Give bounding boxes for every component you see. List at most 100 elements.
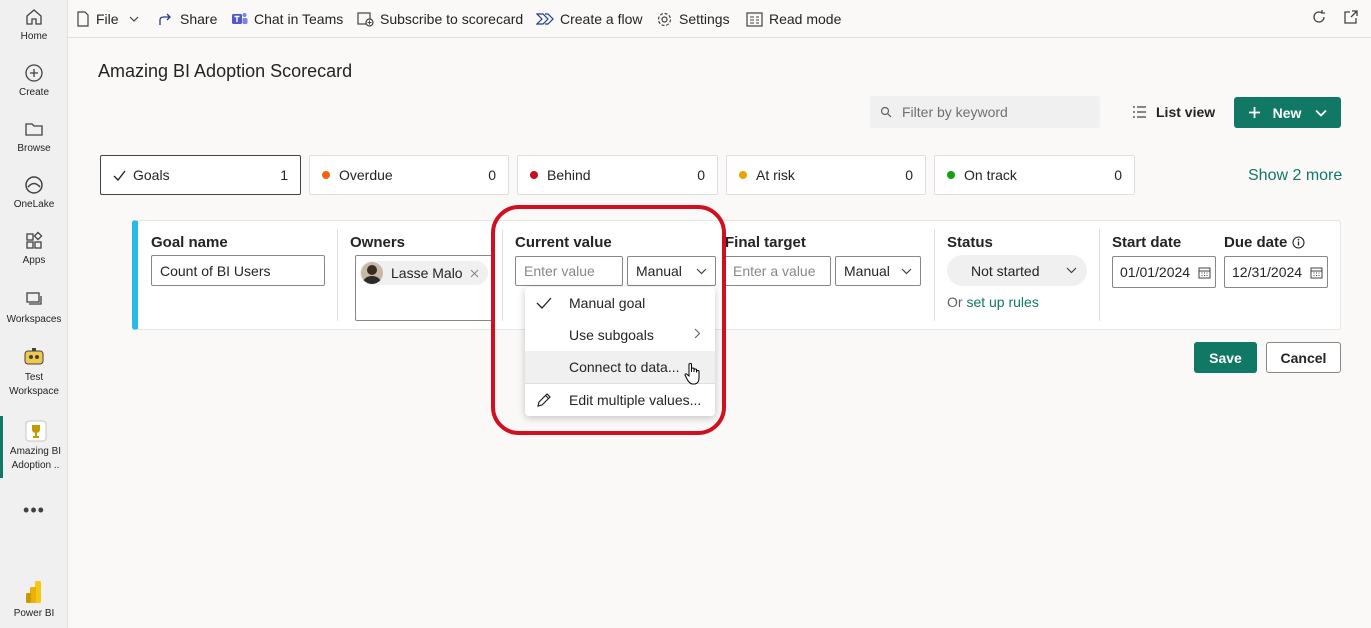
card-at-risk-count: 0	[905, 167, 913, 183]
info-icon[interactable]	[1292, 236, 1305, 249]
card-at-risk[interactable]: At risk 0	[726, 155, 926, 195]
goal-name-label: Goal name	[151, 234, 228, 251]
flow-label: Create a flow	[560, 11, 643, 27]
card-goals-count: 1	[280, 167, 288, 183]
target-mode-value: Manual	[844, 263, 890, 279]
nav-create[interactable]: Create	[0, 63, 68, 100]
nav-home-label: Home	[20, 31, 48, 42]
read-mode-label: Read mode	[769, 11, 842, 27]
plus-icon	[1248, 107, 1260, 118]
read-mode-button[interactable]: Read mode	[746, 9, 841, 29]
card-behind[interactable]: Behind 0	[517, 155, 718, 195]
card-on-track-label: On track	[964, 167, 1017, 183]
card-on-track[interactable]: On track 0	[934, 155, 1135, 195]
nav-create-label: Create	[18, 87, 49, 98]
card-goals-label: Goals	[133, 167, 170, 183]
nav-test-workspace-label-1: Test	[24, 372, 44, 383]
list-view-button[interactable]: List view	[1132, 104, 1215, 120]
powerbi-logo-icon	[26, 581, 41, 603]
nav-test-workspace-label-2: Workspace	[9, 386, 59, 397]
save-button[interactable]: Save	[1194, 342, 1257, 373]
owner-name: Lasse Malo	[391, 265, 463, 281]
gear-icon	[657, 12, 672, 26]
workspaces-icon	[26, 292, 42, 305]
nav-powerbi[interactable]: Power BI	[0, 580, 68, 621]
owners-input[interactable]: Lasse Malo	[355, 255, 495, 321]
nav-current-label-1: Amazing BI	[9, 446, 62, 457]
nav-apps[interactable]: Apps	[0, 231, 68, 268]
list-icon	[1133, 106, 1146, 118]
card-behind-count: 0	[697, 167, 705, 183]
close-icon[interactable]	[470, 269, 479, 278]
overdue-dot	[322, 171, 330, 179]
card-on-track-count: 0	[1114, 167, 1122, 183]
setup-rules-link[interactable]: set up rules	[966, 294, 1038, 310]
nav-workspaces[interactable]: Workspaces	[0, 290, 68, 327]
refresh-icon[interactable]	[1311, 9, 1327, 25]
rules-text: Or set up rules	[947, 294, 1039, 310]
nav-workspaces-label: Workspaces	[6, 314, 62, 325]
nav-apps-label: Apps	[22, 255, 46, 266]
show-more-link[interactable]: Show 2 more	[1248, 167, 1342, 185]
onelake-icon	[25, 176, 43, 194]
owner-chip: Lasse Malo	[360, 261, 488, 285]
chat-label: Chat in Teams	[254, 11, 344, 27]
file-label: File	[96, 11, 119, 27]
subscribe-icon	[357, 12, 374, 27]
calendar-icon[interactable]	[1198, 266, 1211, 279]
nav-onelake[interactable]: OneLake	[0, 175, 68, 212]
behind-dot	[530, 171, 538, 179]
settings-label: Settings	[679, 11, 730, 27]
final-target-mode-select[interactable]: Manual	[835, 256, 921, 286]
divider	[337, 229, 338, 321]
file-menu-button[interactable]: File	[76, 9, 145, 29]
chat-in-teams-button[interactable]: Chat in Teams	[231, 9, 343, 29]
nav-home[interactable]: Home	[0, 7, 68, 44]
status-label: Status	[947, 234, 993, 251]
filter-placeholder: Filter by keyword	[902, 104, 1008, 120]
chevron-down-icon	[1315, 109, 1328, 117]
share-button[interactable]: Share	[158, 9, 217, 29]
final-target-input[interactable]: Enter a value	[724, 256, 831, 286]
card-overdue-count: 0	[488, 167, 496, 183]
home-icon	[26, 9, 42, 25]
nav-test-workspace[interactable]: Test Workspace	[0, 346, 68, 399]
teams-icon	[232, 13, 248, 24]
share-icon	[159, 13, 171, 25]
checkmark-icon	[113, 170, 126, 181]
subscribe-button[interactable]: Subscribe to scorecard	[357, 9, 523, 29]
due-date-value: 12/31/2024	[1232, 264, 1303, 280]
nav-current-scorecard[interactable]: Amazing BI Adoption ..	[0, 416, 68, 478]
owners-label: Owners	[350, 234, 406, 251]
new-button[interactable]: New	[1234, 97, 1341, 128]
settings-button[interactable]: Settings	[656, 9, 730, 29]
card-goals[interactable]: Goals 1	[100, 155, 301, 195]
plus-circle-icon	[25, 64, 43, 82]
create-flow-button[interactable]: Create a flow	[536, 9, 642, 29]
start-date-value: 01/01/2024	[1120, 264, 1191, 280]
filter-input[interactable]: Filter by keyword	[870, 96, 1100, 128]
nav-browse[interactable]: Browse	[0, 119, 68, 156]
goal-name-input[interactable]: Count of BI Users	[151, 255, 325, 286]
on-track-dot	[947, 171, 955, 179]
subscribe-label: Subscribe to scorecard	[380, 11, 524, 27]
card-overdue[interactable]: Overdue 0	[309, 155, 509, 195]
trophy-icon	[25, 420, 46, 442]
more-icon[interactable]: •••	[0, 500, 68, 521]
folder-icon	[25, 123, 43, 136]
cancel-button[interactable]: Cancel	[1266, 342, 1341, 373]
due-date-label-wrap: Due date	[1224, 234, 1305, 251]
expand-icon[interactable]	[1343, 9, 1359, 25]
page-title: Amazing BI Adoption Scorecard	[98, 61, 353, 81]
status-select[interactable]: Not started	[947, 255, 1087, 286]
at-risk-dot	[739, 171, 747, 179]
start-date-input[interactable]: 01/01/2024	[1112, 256, 1216, 288]
due-date-input[interactable]: 12/31/2024	[1224, 256, 1328, 288]
calendar-icon[interactable]	[1310, 266, 1323, 279]
status-value: Not started	[971, 262, 1040, 279]
apps-icon	[26, 231, 43, 249]
avatar	[361, 262, 383, 284]
list-view-label: List view	[1156, 104, 1216, 120]
read-mode-icon	[746, 11, 763, 27]
chevron-down-icon	[1066, 267, 1077, 274]
